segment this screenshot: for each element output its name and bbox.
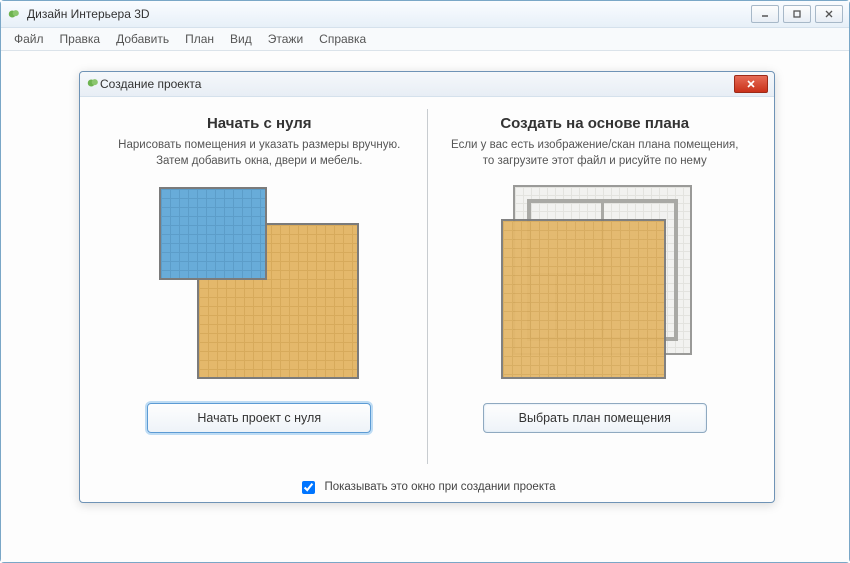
scratch-heading: Начать с нуля [207,115,312,132]
dialog-icon [86,76,100,93]
plan-room-overlay [501,219,666,379]
scratch-desc-line2: Затем добавить окна, двери и мебель. [156,155,362,167]
scratch-description: Нарисовать помещения и указать размеры в… [118,138,400,169]
plan-illustration [485,185,705,385]
menu-edit[interactable]: Правка [53,30,108,48]
show-on-create-label: Показывать это окно при создании проекта [324,481,555,493]
dialog-body: Начать с нуля Нарисовать помещения и ука… [80,97,774,472]
scratch-desc-line1: Нарисовать помещения и указать размеры в… [118,139,400,151]
scratch-illustration [149,185,369,385]
new-project-dialog: Создание проекта Начать с нуля Нарисоват… [79,71,775,503]
menu-view[interactable]: Вид [223,30,259,48]
app-title: Дизайн Интерьера 3D [27,7,751,21]
dialog-title: Создание проекта [100,77,734,91]
maximize-button[interactable] [783,5,811,23]
close-button[interactable] [815,5,843,23]
choose-plan-button[interactable]: Выбрать план помещения [483,403,707,433]
start-from-scratch-label: Начать проект с нуля [197,411,321,425]
menu-add[interactable]: Добавить [109,30,176,48]
plan-description: Если у вас есть изображение/скан плана п… [451,138,738,169]
blue-room-shape [159,187,267,280]
main-window: Дизайн Интерьера 3D Файл Правка Добавить… [0,0,850,563]
menu-file[interactable]: Файл [7,30,51,48]
dialog-titlebar: Создание проекта [80,72,774,97]
dialog-footer: Показывать это окно при создании проекта [80,472,774,502]
choose-plan-label: Выбрать план помещения [519,411,671,425]
plan-desc-line2: то загрузите этот файл и рисуйте по нему [483,155,707,167]
minimize-button[interactable] [751,5,779,23]
menu-floors[interactable]: Этажи [261,30,310,48]
menu-help[interactable]: Справка [312,30,373,48]
start-from-scratch-pane: Начать с нуля Нарисовать помещения и ука… [92,105,427,472]
client-area: Создание проекта Начать с нуля Нарисоват… [1,51,849,562]
from-plan-pane: Создать на основе плана Если у вас есть … [428,105,763,472]
menu-plan[interactable]: План [178,30,221,48]
menubar: Файл Правка Добавить План Вид Этажи Спра… [1,28,849,51]
plan-desc-line1: Если у вас есть изображение/скан плана п… [451,139,738,151]
dialog-close-button[interactable] [734,75,768,93]
window-controls [751,5,843,23]
show-on-create-checkbox[interactable] [302,481,315,494]
plan-heading: Создать на основе плана [500,115,689,132]
start-from-scratch-button[interactable]: Начать проект с нуля [147,403,371,433]
app-icon [7,7,21,21]
titlebar: Дизайн Интерьера 3D [1,1,849,28]
